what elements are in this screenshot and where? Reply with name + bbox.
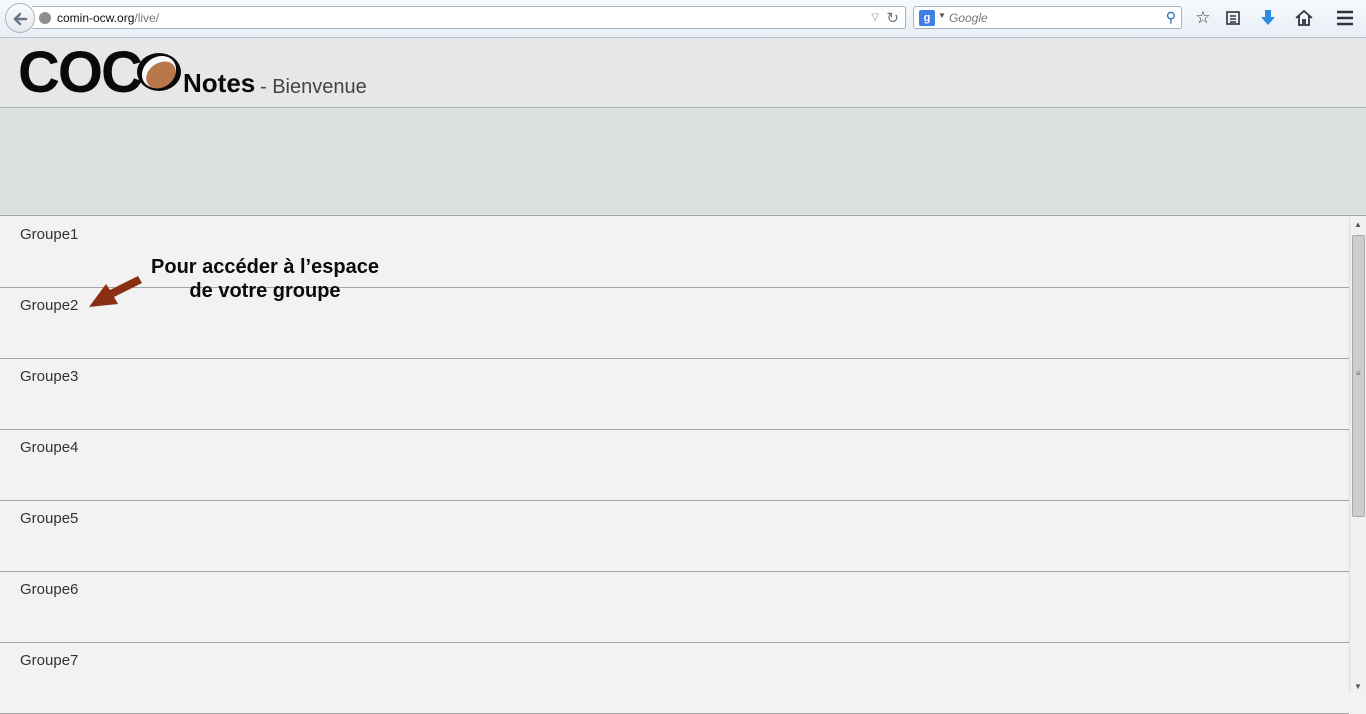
scroll-up-icon[interactable]: ▲: [1354, 220, 1362, 229]
search-engine-dropdown-icon[interactable]: ▼: [938, 11, 946, 20]
scroll-down-icon[interactable]: ▼: [1354, 682, 1362, 691]
url-dropdown-icon[interactable]: ▽: [871, 12, 879, 23]
bookmark-star-icon[interactable]: ☆: [1192, 7, 1214, 29]
url-host: comin-ocw.org: [57, 11, 135, 25]
address-bar[interactable]: comin-ocw.org/live/ ▽ ↻: [32, 6, 906, 29]
back-arrow-icon: [13, 12, 28, 26]
group-label[interactable]: Groupe6: [20, 581, 78, 598]
annotation-line-1: Pour accéder à l’espace: [151, 256, 379, 278]
coconut-logo-icon: [137, 53, 181, 91]
url-path: /live/: [134, 11, 160, 25]
logo-text: COC: [18, 40, 143, 105]
vertical-scrollbar[interactable]: ▲ ≡ ▼: [1349, 217, 1366, 693]
group-label[interactable]: Groupe1: [20, 226, 78, 243]
reading-list-icon[interactable]: [1222, 7, 1244, 29]
menu-icon[interactable]: [1334, 7, 1356, 29]
globe-icon: [39, 12, 51, 24]
group-label[interactable]: Groupe3: [20, 368, 78, 385]
header-banner: [0, 108, 1366, 216]
group-item-7[interactable]: Groupe7: [0, 643, 1349, 714]
group-label[interactable]: Groupe4: [20, 439, 78, 456]
logo-notes-text: Notes: [183, 68, 256, 98]
search-input[interactable]: Google: [949, 11, 988, 25]
scrollbar-thumb[interactable]: ≡: [1352, 235, 1365, 517]
search-bar[interactable]: g ▼ Google ⚲: [913, 6, 1182, 29]
url-text[interactable]: comin-ocw.org/live/: [57, 11, 159, 25]
group-item-3[interactable]: Groupe3: [0, 359, 1349, 430]
group-item-5[interactable]: Groupe5: [0, 501, 1349, 572]
group-item-6[interactable]: Groupe6: [0, 572, 1349, 643]
group-label[interactable]: Groupe2: [20, 297, 78, 314]
page-subtitle: - Bienvenue: [260, 76, 367, 98]
annotation-arrow-icon: [89, 276, 142, 307]
search-magnifier-icon[interactable]: ⚲: [1166, 9, 1176, 26]
group-label[interactable]: Groupe5: [20, 510, 78, 527]
page-header: COC Notes - Bienvenue: [0, 38, 1366, 108]
google-icon[interactable]: g: [919, 10, 935, 26]
grip-icon: ≡: [1356, 369, 1361, 378]
group-item-4[interactable]: Groupe4: [0, 430, 1349, 501]
browser-toolbar: comin-ocw.org/live/ ▽ ↻ g ▼ Google ⚲ ☆: [0, 0, 1366, 38]
back-button[interactable]: [5, 3, 35, 33]
annotation-line-2: de votre groupe: [189, 280, 341, 302]
group-label[interactable]: Groupe7: [20, 652, 78, 669]
home-icon[interactable]: [1293, 7, 1315, 29]
annotation-callout: Pour accéder à l’espace de votre groupe: [150, 255, 380, 303]
download-icon[interactable]: [1257, 7, 1279, 29]
reload-icon[interactable]: ↻: [886, 9, 899, 27]
